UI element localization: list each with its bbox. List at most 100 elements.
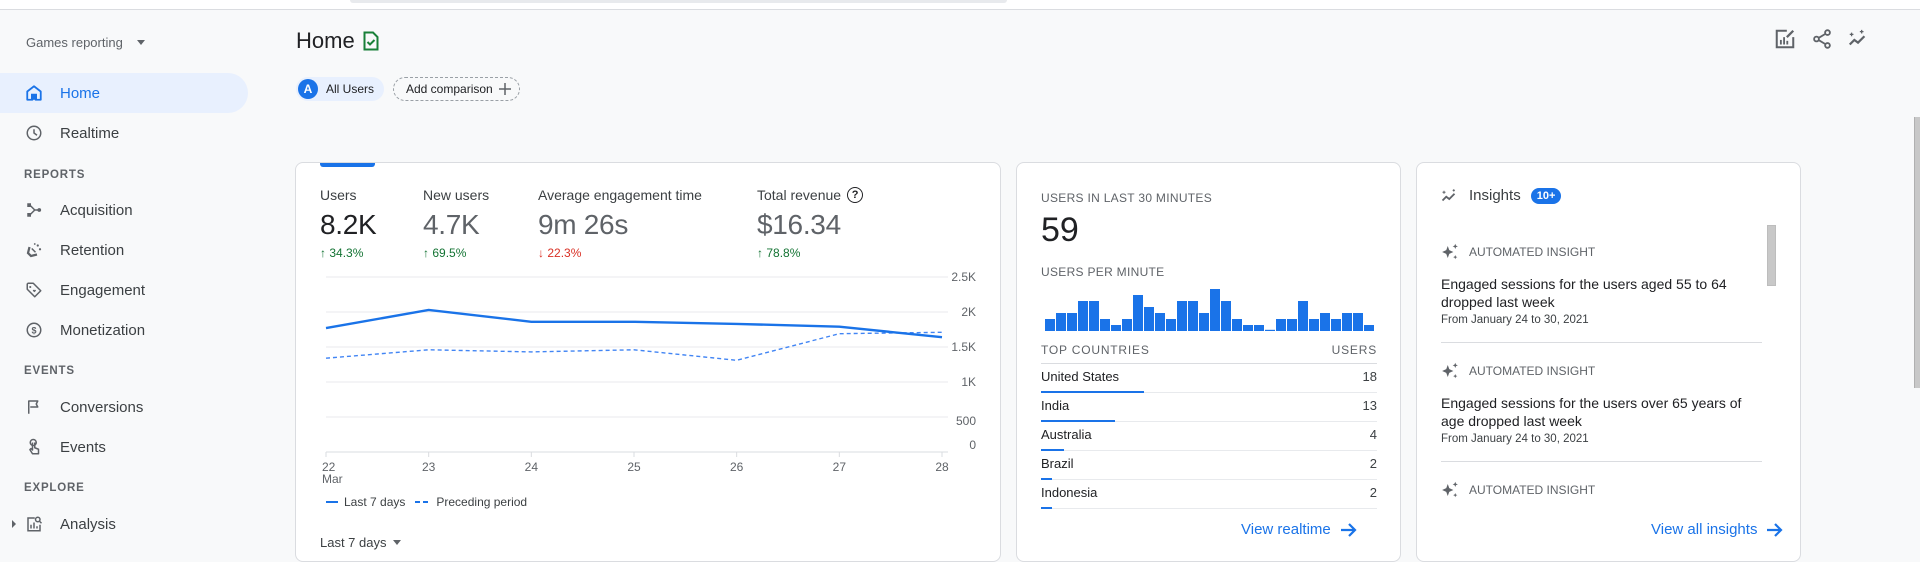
metric-label: Average engagement time (538, 187, 702, 203)
country-row[interactable]: Brazil2 (1041, 451, 1377, 480)
country-row[interactable]: United States 18 (1041, 364, 1377, 393)
minute-bar[interactable] (1254, 325, 1264, 331)
share-icon[interactable] (1811, 28, 1833, 50)
minute-bar[interactable] (1243, 325, 1253, 331)
minute-bar[interactable] (1276, 319, 1286, 331)
metric-tab-new-users[interactable]: New users 4.7K ↑ 69.5% (423, 187, 489, 260)
sidebar-item-home[interactable]: Home (0, 73, 248, 113)
insights-scrollbar[interactable] (1767, 225, 1776, 286)
country-users: 18 (1363, 369, 1377, 384)
insights-title: Insights (1469, 187, 1521, 204)
country-name: United States (1041, 369, 1119, 384)
minute-bar[interactable] (1331, 319, 1341, 331)
metric-change-value: 22.3% (547, 246, 581, 260)
y-tick-label: 0 (969, 438, 976, 452)
property-selector[interactable]: Games reporting (26, 35, 145, 50)
sidebar-item-acquisition[interactable]: Acquisition (0, 190, 248, 230)
minute-bar[interactable] (1144, 307, 1154, 331)
sidebar-item-monetization[interactable]: $ Monetization (0, 310, 248, 350)
metric-change: ↑ 34.3% (320, 246, 376, 260)
insight-tag-label: AUTOMATED INSIGHT (1469, 364, 1595, 378)
metric-change: ↑ 69.5% (423, 246, 489, 260)
minute-bar[interactable] (1078, 301, 1088, 331)
country-row[interactable]: Indonesia2 (1041, 480, 1377, 509)
minute-bar[interactable] (1089, 301, 1099, 331)
minute-bar[interactable] (1364, 325, 1374, 331)
date-range-dropdown[interactable]: Last 7 days (320, 535, 401, 550)
insight-tag: AUTOMATED INSIGHT (1441, 481, 1761, 499)
metric-change-value: 78.8% (766, 246, 800, 260)
help-icon[interactable]: ? (847, 187, 863, 203)
minute-bar[interactable] (1309, 319, 1319, 331)
divider (1441, 461, 1762, 462)
metric-tab-avg-engagement-time[interactable]: Average engagement time 9m 26s ↓ 22.3% (538, 187, 702, 260)
view-realtime-link[interactable]: View realtime (1241, 521, 1357, 538)
page-title: Home (296, 28, 379, 54)
minute-bar[interactable] (1177, 301, 1187, 331)
arrow-right-icon (1767, 523, 1783, 537)
customize-report-icon[interactable] (1774, 28, 1796, 50)
dropdown-arrow-icon (137, 40, 145, 45)
insight-item[interactable]: AUTOMATED INSIGHT (1441, 481, 1761, 499)
minute-bar[interactable] (1232, 319, 1242, 331)
realtime-title: USERS IN LAST 30 MINUTES (1041, 191, 1212, 205)
minute-bar[interactable] (1287, 319, 1297, 331)
minute-bar[interactable] (1221, 301, 1231, 331)
sidebar-item-engagement[interactable]: Engagement (0, 270, 248, 310)
legend-current: Last 7 days (344, 495, 405, 509)
country-row[interactable]: India13 (1041, 393, 1377, 422)
minute-bar[interactable] (1111, 325, 1121, 331)
country-users: 4 (1370, 427, 1377, 442)
insights-card: Insights 10+ AUTOMATED INSIGHT Engaged s… (1416, 162, 1801, 562)
minute-bar[interactable] (1100, 319, 1110, 331)
minute-bar[interactable] (1210, 289, 1220, 331)
metric-label: Total revenue? (757, 187, 863, 203)
y-tick-label: 500 (956, 414, 976, 428)
country-row[interactable]: Australia4 (1041, 422, 1377, 451)
insight-text: Engaged sessions for the users aged 55 t… (1441, 275, 1761, 311)
sidebar-item-realtime[interactable]: Realtime (0, 113, 248, 153)
search-bar[interactable] (350, 0, 1007, 3)
realtime-users-value: 59 (1041, 211, 1079, 250)
flag-icon (24, 397, 44, 417)
minute-bar[interactable] (1166, 319, 1176, 331)
insight-item[interactable]: AUTOMATED INSIGHT Engaged sessions for t… (1441, 243, 1761, 326)
sidebar-item-retention[interactable]: Retention (0, 230, 248, 270)
acquisition-icon (24, 200, 44, 220)
minute-bar[interactable] (1133, 295, 1143, 331)
users-line-chart: 05001K1.5K2K2.5K22232425262728Mar (296, 263, 1001, 493)
metric-tab-total-revenue[interactable]: Total revenue? $16.34 ↑ 78.8% (757, 187, 863, 260)
minute-bar[interactable] (1056, 313, 1066, 331)
minute-bar[interactable] (1188, 301, 1198, 331)
view-all-insights-link[interactable]: View all insights (1651, 521, 1783, 538)
page-scrollbar[interactable] (1914, 117, 1920, 388)
comparison-chip-all-users[interactable]: A All Users (296, 77, 384, 101)
metric-value: 8.2K (320, 209, 376, 241)
metric-change: ↓ 22.3% (538, 246, 702, 260)
sidebar-item-conversions[interactable]: Conversions (0, 387, 248, 427)
minute-bar[interactable] (1122, 319, 1132, 331)
insights-icon[interactable] (1847, 28, 1869, 50)
sidebar-item-events[interactable]: Events (0, 427, 248, 467)
minute-bar[interactable] (1067, 313, 1077, 331)
minute-bar[interactable] (1265, 330, 1275, 331)
minute-bar[interactable] (1298, 301, 1308, 331)
minute-bar[interactable] (1045, 319, 1055, 331)
view-realtime-label: View realtime (1241, 521, 1331, 538)
date-range-label: Last 7 days (320, 535, 387, 550)
minute-bar[interactable] (1342, 313, 1352, 331)
insight-item[interactable]: AUTOMATED INSIGHT Engaged sessions for t… (1441, 362, 1761, 445)
minute-bar[interactable] (1353, 313, 1363, 331)
metric-tab-users[interactable]: Users 8.2K ↑ 34.3% (320, 187, 376, 260)
minute-bar[interactable] (1155, 313, 1165, 331)
segment-avatar: A (298, 79, 318, 99)
minute-bar[interactable] (1199, 313, 1209, 331)
insight-tag-label: AUTOMATED INSIGHT (1469, 245, 1595, 259)
add-comparison-button[interactable]: Add comparison (393, 77, 520, 101)
section-explore: EXPLORE (24, 482, 85, 494)
sidebar-item-analysis[interactable]: Analysis (0, 504, 248, 544)
svg-text:$: $ (31, 325, 36, 335)
selected-metric-indicator (320, 163, 375, 167)
minute-bar[interactable] (1320, 313, 1330, 331)
section-reports: REPORTS (24, 169, 85, 181)
